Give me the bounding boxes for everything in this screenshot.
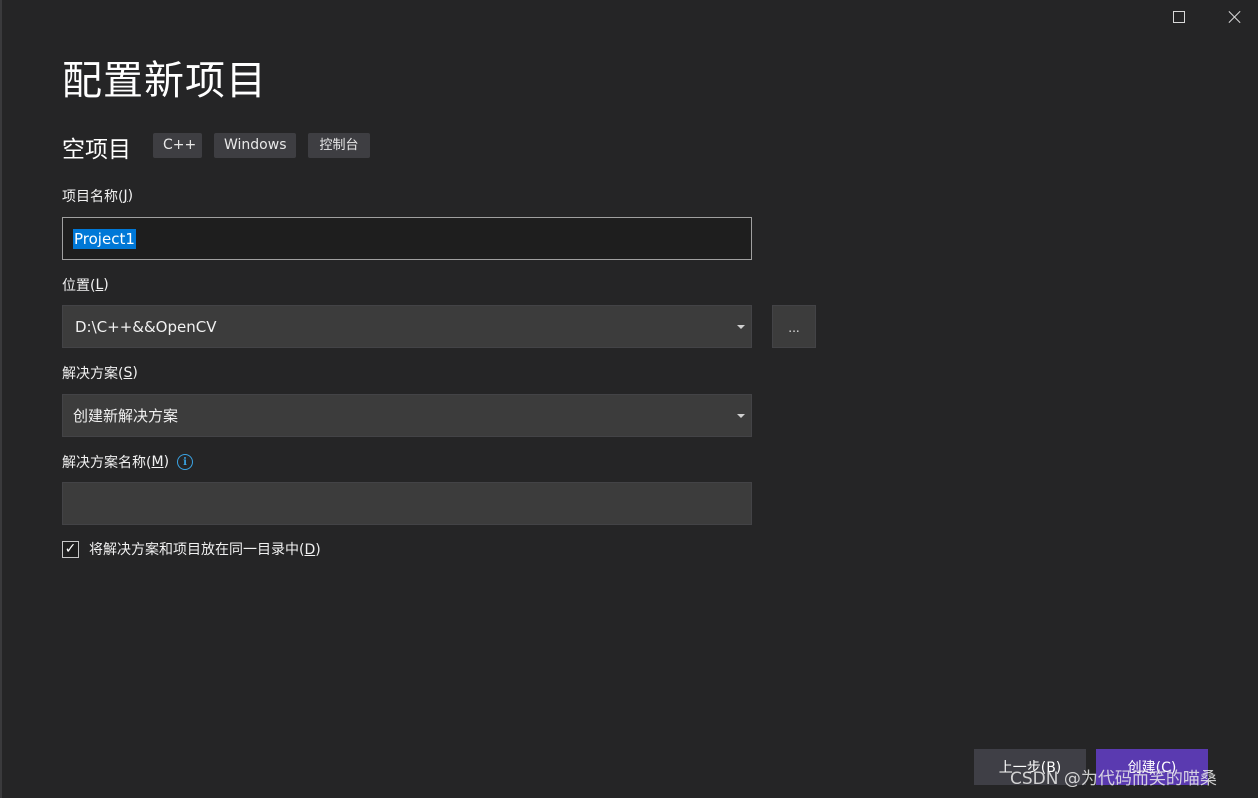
tag-cpp: C++ [153,133,202,158]
chevron-down-icon[interactable] [737,413,745,418]
tag-console: 控制台 [308,133,370,158]
location-combobox[interactable]: D:\C++&&OpenCV [62,305,752,348]
template-name: 空项目 [62,137,131,163]
back-button[interactable]: 上一步(B) [974,749,1086,785]
project-name-label: 项目名称(J) [62,188,134,205]
solution-value: 创建新解决方案 [73,407,179,425]
maximize-icon [1173,11,1185,23]
same-directory-label: 将解决方案和项目放在同一目录中(D) [89,542,321,558]
create-button[interactable]: 创建(C) [1096,749,1208,785]
location-value: D:\C++&&OpenCV [75,317,217,336]
same-directory-checkbox[interactable]: ✓ [62,540,79,558]
browse-button[interactable]: ... [772,305,816,348]
checkmark-icon: ✓ [64,541,77,557]
tag-windows: Windows [214,133,296,158]
info-icon[interactable]: i [177,454,194,470]
chevron-down-icon[interactable] [737,324,745,329]
solution-label: 解决方案(S) [62,365,138,382]
page-title: 配置新项目 [62,58,267,104]
maximize-button[interactable] [1156,0,1202,34]
project-name-value: Project1 [73,228,136,249]
solution-select[interactable]: 创建新解决方案 [62,394,752,437]
configure-project-dialog: 配置新项目 空项目 C++ Windows 控制台 项目名称(J) Projec… [0,0,1258,798]
solution-name-input[interactable] [62,482,752,525]
project-name-input[interactable]: Project1 [62,217,752,260]
close-button[interactable] [1212,0,1258,34]
window-left-edge [0,0,2,798]
location-label: 位置(L) [62,277,109,294]
close-icon [1228,10,1242,24]
same-directory-option[interactable]: ✓ 将解决方案和项目放在同一目录中(D) [62,539,321,559]
solution-name-label: 解决方案名称(M) i [62,452,194,472]
